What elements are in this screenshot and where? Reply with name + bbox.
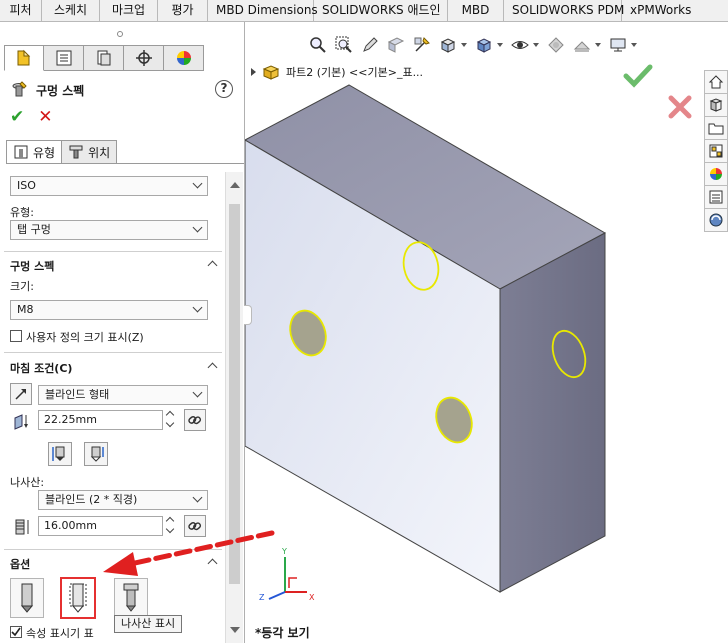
configuration-icon (97, 50, 110, 66)
ok-button[interactable]: ✔ (10, 108, 24, 128)
hole-sub-tabs: 유형 위치 (6, 140, 118, 164)
crosshair-icon (135, 50, 152, 66)
drill-depth-tip-button[interactable] (48, 442, 72, 466)
thread-depth-link-button[interactable] (184, 515, 206, 537)
model-side-face[interactable] (499, 232, 606, 593)
help-icon[interactable]: ? (215, 80, 233, 98)
tab-feature[interactable]: 피처 (0, 0, 42, 22)
type-tab-icon (14, 145, 28, 159)
link-icon (188, 522, 202, 531)
panel-grip[interactable] (0, 22, 244, 44)
manager-tabs (4, 45, 204, 71)
feature-manager-icon (17, 49, 31, 66)
model-viewport[interactable]: Y X Z (245, 22, 728, 643)
reference-triad: Y X Z (259, 547, 315, 602)
cancel-button[interactable]: ✕ (38, 108, 52, 128)
cosmetic-thread-icon (69, 583, 87, 613)
view-name-label: *등각 보기 (255, 626, 310, 640)
cosmetic-thread-button[interactable] (60, 577, 96, 619)
type-label: 유형: (10, 206, 34, 219)
hole-wizard-icon (12, 81, 27, 97)
thread-select[interactable]: 블라인드 (2 * 직경) (38, 490, 208, 510)
tab-markup[interactable]: 마크업 (100, 0, 158, 22)
ok-cancel-row: ✔ ✕ (10, 108, 53, 128)
reverse-direction-icon (15, 389, 26, 400)
thread-depth-input[interactable]: 16.00mm (38, 516, 163, 536)
property-manager-tab[interactable] (44, 45, 84, 71)
drill-depth-shoulder-button[interactable] (84, 442, 108, 466)
thread-label: 나사산: (10, 476, 45, 489)
scrollbar-thumb[interactable] (229, 204, 240, 584)
tab-sketch[interactable]: 스케치 (42, 0, 100, 22)
depth-spinner[interactable] (165, 410, 176, 430)
end-condition-header[interactable]: 마침 조건(C) (10, 360, 220, 376)
depth-icon (14, 414, 28, 430)
reverse-direction-button[interactable] (10, 383, 32, 405)
position-tab-icon (69, 145, 83, 159)
tab-solidworks-pdm[interactable]: SOLIDWORKS PDM (504, 0, 624, 22)
tab-evaluate[interactable]: 평가 (158, 0, 208, 22)
options-header[interactable]: 옵션 (10, 556, 220, 572)
display-manager-tab[interactable] (164, 45, 204, 71)
feature-title-row: 구멍 스펙 ? (10, 79, 235, 101)
drill-shoulder-icon (90, 446, 104, 462)
depth-link-button[interactable] (184, 409, 206, 431)
thread-class-checkbox[interactable] (10, 626, 22, 638)
dimxpert-manager-tab[interactable] (124, 45, 164, 71)
graphics-area[interactable]: 파트2 (기본) <<기본>_표... Y X Z *등각 보기 (245, 22, 728, 643)
standard-select[interactable]: ISO (10, 176, 208, 196)
feature-title: 구멍 스펙 (36, 83, 85, 98)
depth-input[interactable]: 22.25mm (38, 410, 163, 430)
tab-type[interactable]: 유형 (6, 140, 63, 164)
tooltip: 나사산 표시 (114, 615, 183, 633)
drill-tip-icon (52, 446, 65, 461)
triad-z-label: Z (259, 593, 265, 602)
checkmark-icon (11, 627, 21, 637)
hole-type-select[interactable]: 탭 구멍 (10, 220, 208, 240)
link-icon (188, 416, 202, 425)
tap-drill-icon (20, 583, 34, 613)
tab-position[interactable]: 위치 (62, 140, 118, 164)
custom-size-label: 사용자 정의 크기 표시(Z) (26, 331, 144, 344)
triad-x-label: X (309, 593, 315, 602)
configuration-manager-tab[interactable] (84, 45, 124, 71)
property-scroll-area: ISO 유형: 탭 구멍 구멍 스펙 크기: M8 사용자 정의 크기 표시(Z… (0, 172, 225, 643)
property-manager: 구멍 스펙 ? ✔ ✕ 유형 위치 ISO 유형: 탭 구멍 구멍 스펙 크기:… (0, 22, 245, 643)
tab-mbd[interactable]: MBD (448, 0, 504, 22)
command-manager-tabs: 피처 스케치 마크업 평가 MBD Dimensions SOLIDWORKS … (0, 0, 728, 22)
feature-manager-tab[interactable] (4, 45, 44, 71)
size-select[interactable]: M8 (10, 300, 208, 320)
appearance-ball-icon (176, 51, 191, 65)
hole-spec-header[interactable]: 구멍 스펙 (10, 258, 220, 274)
remove-thread-button[interactable] (114, 578, 148, 618)
tap-drill-diameter-button[interactable] (10, 578, 44, 618)
property-list-icon (56, 50, 71, 66)
panel-collapse-handle[interactable] (244, 305, 252, 325)
triad-y-label: Y (281, 547, 287, 556)
tab-xpmworks[interactable]: xPMWorks (622, 0, 698, 22)
thread-depth-icon (15, 519, 29, 535)
thread-depth-spinner[interactable] (165, 516, 176, 536)
custom-size-checkbox[interactable] (10, 330, 22, 342)
cosmetic-label: 속성 표시기 표 (26, 627, 94, 640)
tab-mbd-dimensions[interactable]: MBD Dimensions (208, 0, 318, 22)
tab-solidworks-addins[interactable]: SOLIDWORKS 애드인 (314, 0, 448, 22)
thread-body-icon (123, 583, 139, 612)
size-label: 크기: (10, 280, 34, 293)
end-condition-select[interactable]: 블라인드 형태 (38, 385, 208, 405)
panel-scrollbar[interactable] (225, 172, 243, 643)
